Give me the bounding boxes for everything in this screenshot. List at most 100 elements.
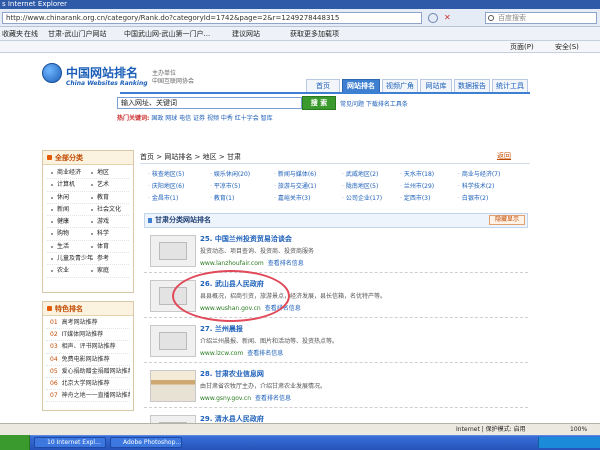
region-link[interactable]: 白银市(2) — [458, 193, 489, 202]
category-link[interactable]: 社会文化 — [97, 204, 121, 216]
breadcrumb[interactable]: 首页 > 网站排名 > 地区 > 甘肃 — [140, 150, 530, 164]
category-link[interactable]: 参考 — [97, 253, 109, 265]
category-link[interactable]: 商业经济 — [57, 167, 81, 179]
region-link[interactable]: 商业与经济(7) — [458, 169, 501, 178]
special-ranking-label[interactable]: 北京大学网站推荐 — [62, 380, 110, 387]
region-link[interactable]: 金昌市(1) — [148, 193, 179, 202]
tab-tools[interactable]: 统计工具 — [492, 79, 528, 93]
search-icon[interactable] — [488, 15, 494, 21]
address-input[interactable]: http://www.chinarank.org.cn/category/Ran… — [2, 12, 422, 24]
tab-home[interactable]: 首页 — [306, 79, 340, 93]
view-rank-link[interactable]: 查看排名信息 — [268, 260, 304, 267]
tab-ranking[interactable]: 网站排名 — [342, 79, 380, 93]
view-rank-link[interactable]: 查看排名信息 — [255, 395, 291, 402]
tab-video[interactable]: 视频广角 — [382, 79, 418, 93]
special-ranking-label[interactable]: 神舟之地一一直播网站推荐 — [62, 392, 130, 399]
search-help-links[interactable]: 常见问题 下载排名工具条 — [340, 99, 408, 108]
region-link[interactable]: 兰州市(29) — [400, 181, 434, 190]
region-link[interactable]: 公司企业(17) — [342, 193, 382, 202]
start-button[interactable] — [0, 435, 30, 450]
site-url-text[interactable]: www.gsny.gov.cn — [200, 395, 251, 402]
site-title-link[interactable]: 27. 兰州晨报 — [200, 324, 243, 334]
fav-item[interactable]: 甘肃-武山门户网站 — [48, 27, 107, 41]
region-link[interactable]: 旅游与交通(1) — [274, 181, 317, 190]
site-url[interactable]: www.lanzhoufair.com 查看排名信息 — [200, 258, 304, 267]
site-url-text[interactable]: www.lanzhoufair.com — [200, 260, 264, 267]
category-link[interactable]: 儿童及青少年 — [57, 253, 93, 265]
region-link[interactable]: 武威地区(2) — [342, 169, 379, 178]
page-menu[interactable]: 页面(P) — [510, 41, 534, 53]
special-ranking-item[interactable]: 03 相声、评书网站推荐 — [46, 341, 130, 354]
fav-item[interactable]: 建议网站 — [232, 27, 260, 41]
site-thumbnail[interactable] — [150, 370, 196, 402]
special-ranking-item[interactable]: 01 高考网站推荐 — [46, 317, 130, 330]
refresh-icon[interactable] — [428, 13, 438, 23]
logo-title[interactable]: 中国网站排名 — [66, 64, 138, 81]
view-rank-link[interactable]: 查看排名信息 — [247, 350, 283, 357]
category-link[interactable]: 家庭 — [97, 265, 109, 277]
back-link[interactable]: 返回 — [497, 151, 511, 161]
category-link[interactable]: 计算机 — [57, 179, 75, 191]
site-thumbnail[interactable] — [150, 235, 196, 267]
special-ranking-label[interactable]: 相声、评书网站推荐 — [62, 343, 116, 350]
special-ranking-label[interactable]: IT媒体网站推荐 — [62, 331, 103, 338]
category-link[interactable]: 科学 — [97, 228, 109, 240]
special-ranking-item[interactable]: 07 神舟之地一一直播网站推荐 — [46, 390, 130, 403]
special-ranking-label[interactable]: 免费电影网站推荐 — [62, 356, 110, 363]
category-link[interactable]: 艺术 — [97, 179, 109, 191]
special-ranking-item[interactable]: 04 免费电影网站推荐 — [46, 354, 130, 366]
region-link[interactable]: 核查地区(5) — [148, 169, 185, 178]
site-url[interactable]: www.gsny.gov.cn 查看排名信息 — [200, 393, 291, 402]
region-link[interactable]: 天水市(18) — [400, 169, 434, 178]
special-ranking-label[interactable]: 高考网站推荐 — [62, 319, 98, 326]
region-link[interactable]: 平凉市(5) — [210, 181, 241, 190]
category-link[interactable]: 地区 — [97, 167, 109, 179]
fav-item[interactable]: 在线 — [24, 27, 38, 41]
category-link[interactable]: 游戏 — [97, 216, 109, 228]
site-thumbnail[interactable] — [150, 325, 196, 357]
hide-toggle-button[interactable]: 隐藏显示 — [489, 215, 525, 225]
category-row: 商业经济 地区 — [47, 167, 129, 180]
search-button[interactable]: 搜 索 — [302, 96, 336, 110]
category-link[interactable]: 体育 — [97, 241, 109, 253]
category-link[interactable]: 生活 — [57, 241, 69, 253]
special-ranking-item[interactable]: 02 IT媒体网站推荐 — [46, 329, 130, 342]
favorites-button[interactable]: 收藏夹 — [2, 27, 23, 41]
region-link[interactable]: 新闻与媒体(6) — [274, 169, 317, 178]
region-link[interactable]: 嘉峪关市(3) — [274, 193, 311, 202]
special-ranking-item[interactable]: 06 北京大学网站推荐 — [46, 378, 130, 391]
safety-menu[interactable]: 安全(S) — [555, 41, 579, 53]
fav-item[interactable]: 获取更多加载项 — [290, 27, 339, 41]
special-ranking-item[interactable]: 05 爱心捐助赠金捐赠网站推荐 — [46, 366, 130, 378]
category-link[interactable]: 农业 — [57, 265, 69, 277]
category-link[interactable]: 购物 — [57, 228, 69, 240]
hot-keywords-label: 热门关键词: — [117, 115, 150, 122]
region-link[interactable]: 教育(1) — [210, 193, 235, 202]
special-ranking-label[interactable]: 爱心捐助赠金捐赠网站推荐 — [62, 368, 130, 375]
logo-icon[interactable] — [42, 63, 62, 83]
region-link[interactable]: 娱乐休闲(20) — [210, 169, 250, 178]
category-link[interactable]: 新闻 — [57, 204, 69, 216]
tab-report[interactable]: 数据报告 — [454, 79, 490, 93]
site-url-text[interactable]: www.lzcw.com — [200, 350, 243, 357]
site-search-input[interactable]: 输入网址、关键词 — [117, 97, 302, 109]
category-link[interactable]: 休闲 — [57, 192, 69, 204]
hot-keywords-list[interactable]: 国政 网球 电信 证券 视频 中秀 红十字会 智库 — [151, 115, 272, 122]
region-link[interactable]: 科学技术(2) — [458, 181, 495, 190]
category-link[interactable]: 健康 — [57, 216, 69, 228]
region-link[interactable]: 陇南地区(5) — [342, 181, 379, 190]
task-ie[interactable]: 10 Internet Expl... — [34, 437, 106, 448]
region-link[interactable]: 定西市(3) — [400, 193, 431, 202]
stop-icon[interactable]: ✕ — [444, 14, 451, 22]
site-url[interactable]: www.lzcw.com 查看排名信息 — [200, 348, 283, 357]
zoom-level[interactable]: 100% — [570, 424, 587, 435]
browser-search-input[interactable]: 百度搜索 — [485, 12, 597, 24]
tab-site-library[interactable]: 网站库 — [420, 79, 452, 93]
region-link[interactable]: 庆阳地区(6) — [148, 181, 185, 190]
fav-item[interactable]: 中国武山网-武山第一门户... — [124, 27, 210, 41]
site-title-link[interactable]: 28. 甘肃农业信息网 — [200, 369, 264, 379]
category-list: 商业经济 地区计算机 艺术休闲 教育新闻 社会文化健康 游戏购物 科学生活 体育 儿童及青少年参… — [43, 165, 133, 280]
task-photoshop[interactable]: Adobe Photoshop... — [110, 437, 182, 448]
site-title-link[interactable]: 25. 中国兰州投资贸易洽谈会 — [200, 234, 292, 244]
category-link[interactable]: 教育 — [97, 192, 109, 204]
